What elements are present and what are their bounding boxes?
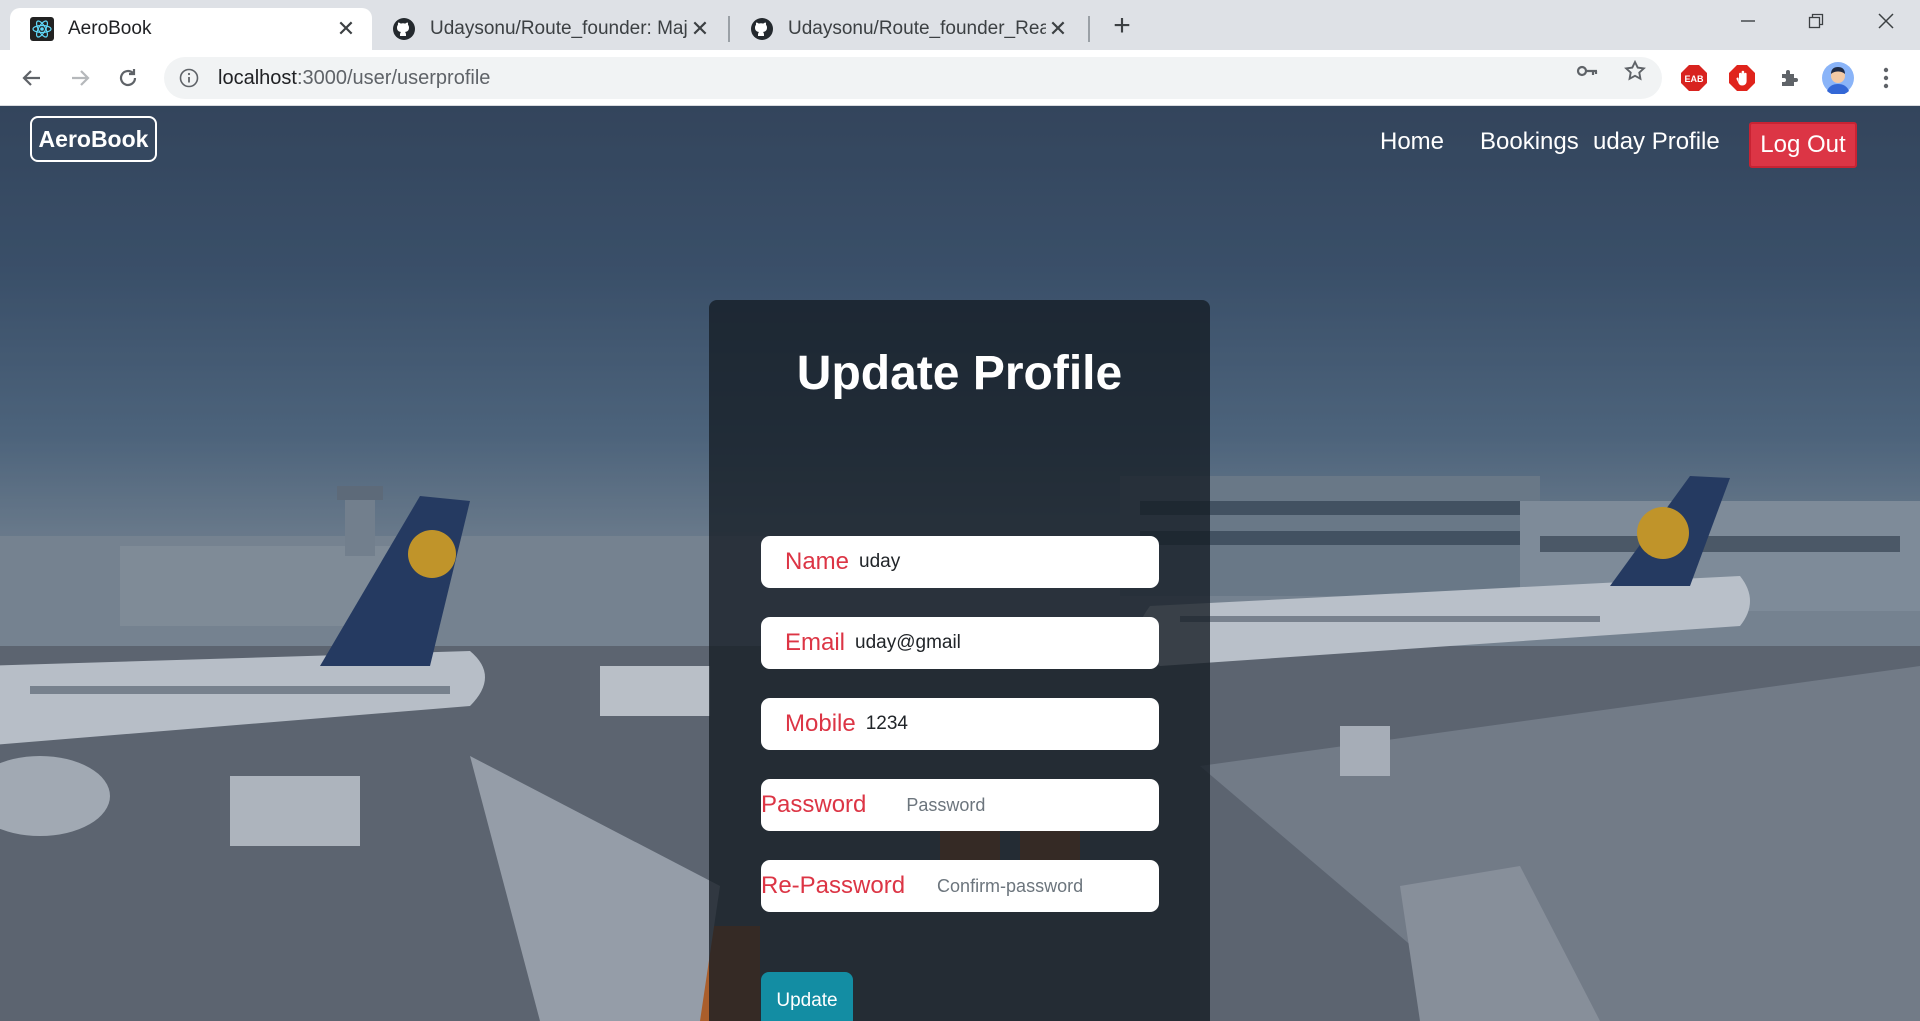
site-info-icon[interactable] bbox=[178, 67, 200, 89]
tab-title: Udaysonu/Route_founder_React_ bbox=[788, 18, 1046, 39]
update-button[interactable]: Update bbox=[761, 972, 853, 1021]
svg-text:EAB: EAB bbox=[1684, 74, 1704, 84]
bookmark-star-icon[interactable] bbox=[1622, 58, 1648, 84]
chrome-menu-icon[interactable] bbox=[1870, 62, 1902, 94]
url-text: localhost:3000/user/userprofile bbox=[218, 66, 491, 89]
nav-home[interactable]: Home bbox=[1380, 122, 1444, 162]
email-input[interactable]: uday@gmail bbox=[855, 632, 961, 654]
email-field[interactable]: Email uday@gmail bbox=[761, 617, 1159, 669]
tab-title: Udaysonu/Route_founder: Major bbox=[430, 18, 688, 39]
name-input[interactable]: uday bbox=[859, 551, 900, 573]
email-label: Email bbox=[785, 629, 846, 656]
minimize-icon[interactable] bbox=[1714, 0, 1782, 42]
react-icon bbox=[30, 17, 54, 41]
nav-profile[interactable]: uday Profile bbox=[1593, 122, 1720, 162]
page-viewport: AeroBook Home Bookings uday Profile Log … bbox=[0, 106, 1920, 1021]
tab-aerobook[interactable]: AeroBook ✕ bbox=[10, 8, 372, 50]
eab-extension-icon[interactable]: EAB bbox=[1678, 62, 1710, 94]
repassword-input[interactable]: Confirm-password bbox=[937, 876, 1083, 897]
close-tab-icon[interactable]: ✕ bbox=[334, 16, 358, 41]
close-tab-icon[interactable]: ✕ bbox=[1046, 16, 1070, 41]
tab-github-major[interactable]: Udaysonu/Route_founder: Major ✕ bbox=[372, 8, 726, 50]
key-icon[interactable] bbox=[1574, 58, 1600, 84]
adblock-extension-icon[interactable] bbox=[1726, 62, 1758, 94]
tab-github-react[interactable]: Udaysonu/Route_founder_React_ ✕ bbox=[730, 8, 1084, 50]
repassword-field[interactable]: Re-Password Confirm-password bbox=[761, 860, 1159, 912]
tab-title: AeroBook bbox=[68, 18, 152, 39]
form-title: Update Profile bbox=[796, 347, 1123, 400]
github-icon bbox=[392, 17, 416, 41]
password-field[interactable]: Password Password bbox=[761, 779, 1159, 831]
tab-divider bbox=[1088, 16, 1090, 42]
profile-avatar[interactable] bbox=[1822, 62, 1854, 94]
mobile-input[interactable]: 1234 bbox=[866, 713, 908, 735]
mobile-field[interactable]: Mobile 1234 bbox=[761, 698, 1159, 750]
forward-icon[interactable] bbox=[61, 59, 99, 97]
logout-button[interactable]: Log Out bbox=[1749, 122, 1857, 168]
close-tab-icon[interactable]: ✕ bbox=[688, 16, 712, 41]
repassword-label: Re-Password bbox=[761, 872, 906, 899]
new-tab-icon[interactable]: + bbox=[1106, 9, 1138, 42]
close-window-icon[interactable] bbox=[1852, 0, 1920, 42]
browser-toolbar: localhost:3000/user/userprofile EAB bbox=[0, 50, 1920, 106]
brand-logo[interactable]: AeroBook bbox=[30, 116, 157, 162]
reload-icon[interactable] bbox=[109, 59, 147, 97]
back-icon[interactable] bbox=[13, 59, 51, 97]
restore-icon[interactable] bbox=[1782, 0, 1850, 42]
mobile-label: Mobile bbox=[785, 710, 856, 737]
name-label: Name bbox=[785, 548, 850, 575]
password-input[interactable]: Password bbox=[906, 795, 985, 816]
nav-bookings[interactable]: Bookings bbox=[1480, 122, 1579, 162]
browser-tabstrip: AeroBook ✕ Udaysonu/Route_founder: Major… bbox=[0, 0, 1920, 50]
brand-text: AeroBook bbox=[38, 125, 149, 152]
github-icon bbox=[750, 17, 774, 41]
address-bar[interactable]: localhost:3000/user/userprofile bbox=[164, 57, 1662, 99]
password-label: Password bbox=[761, 791, 867, 818]
extensions-puzzle-icon[interactable] bbox=[1774, 62, 1806, 94]
name-field[interactable]: Name uday bbox=[761, 536, 1159, 588]
update-profile-card: Update Profile Name uday Email uday@gmai… bbox=[709, 300, 1210, 1021]
